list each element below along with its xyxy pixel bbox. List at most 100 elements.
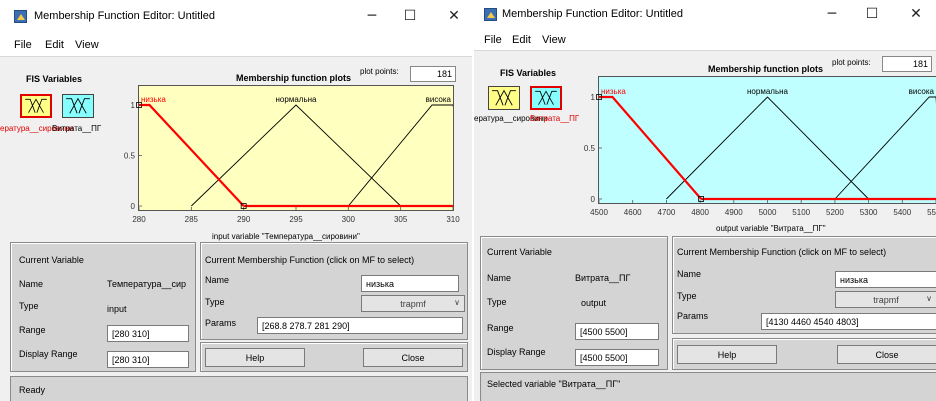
button-panel: Help Close: [672, 338, 936, 370]
current-variable-panel: Current Variable Name Витрата__ПГ Type o…: [480, 236, 668, 370]
range-input[interactable]: [4500 5500]: [575, 323, 659, 340]
maximize-icon[interactable]: ☐: [398, 8, 422, 24]
status-text: Selected variable "Витрата__ПГ": [487, 379, 621, 389]
mf-type-select[interactable]: trapmf ∨: [361, 295, 465, 312]
maximize-icon[interactable]: ☐: [860, 6, 884, 22]
current-variable-panel: Current Variable Name Температура__сир о…: [10, 242, 196, 372]
y-tick-label: 1: [131, 101, 136, 110]
x-tick-label: 285: [185, 215, 199, 224]
mf-chart: 0 0.5 1 280 285 290 295 300 305 310 нормальна висок…: [124, 95, 460, 224]
mf-label[interactable]: низька: [141, 95, 166, 104]
output-mf-icon: [66, 97, 90, 114]
mf-type-label: Type: [205, 297, 225, 307]
x-tick-label: 300: [342, 215, 356, 224]
plot-points-input[interactable]: 181: [882, 56, 932, 72]
name-label: Name: [487, 273, 512, 283]
range-label: Range: [487, 323, 514, 333]
output-variable-swatch[interactable]: [530, 86, 562, 110]
mf-plot-area[interactable]: 0 0.5 1 280 285 290 295 300 305 310 нормальна висок…: [124, 85, 460, 224]
fis-variables-title: FIS Variables: [26, 74, 83, 84]
mf-type-select[interactable]: trapmf ∨: [835, 291, 936, 308]
y-tick-label: 0.5: [124, 152, 136, 161]
chevron-down-icon: ∨: [926, 294, 932, 303]
output-variable-label: Витрата__ПГ: [530, 114, 580, 123]
window-title: Membership Function Editor: Untitled: [34, 10, 215, 22]
x-axis-label: output variable "Витрата__ПГ": [716, 224, 826, 233]
plot-points-input[interactable]: 181: [410, 66, 456, 82]
mf-label[interactable]: нормальна: [747, 87, 789, 96]
mf-label[interactable]: нормальна: [276, 95, 318, 104]
x-tick-label: 280: [132, 215, 146, 224]
x-tick-label: 5400: [893, 208, 911, 217]
menu-edit[interactable]: Edit: [512, 34, 531, 46]
output-variable-swatch[interactable]: [62, 94, 94, 118]
menu-view[interactable]: View: [75, 39, 99, 51]
mf-curve-нормальна[interactable]: [191, 104, 401, 207]
left-mf-editor-window: Membership Function Editor: Untitled ─ ☐…: [0, 0, 472, 401]
help-button[interactable]: Help: [677, 345, 777, 364]
variable-name-value: Температура__сир овини: [107, 279, 187, 293]
close-button[interactable]: Close: [837, 345, 936, 364]
x-tick-label: 290: [237, 215, 251, 224]
y-tick-label: 0.5: [584, 144, 596, 153]
x-tick-label: 5100: [792, 208, 810, 217]
current-mf-title: Current Membership Function (click on MF…: [205, 255, 415, 265]
x-tick-label: 4500: [590, 208, 608, 217]
menu-edit[interactable]: Edit: [45, 39, 64, 51]
display-range-label: Display Range: [19, 349, 78, 359]
display-range-input[interactable]: [280 310]: [107, 351, 189, 368]
x-tick-label: 5200: [826, 208, 844, 217]
status-text: Ready: [19, 385, 46, 395]
input-mf-icon: [492, 89, 516, 106]
x-tick-label: 4600: [624, 208, 642, 217]
y-tick-label: 0: [131, 202, 136, 211]
mf-name-input[interactable]: низька: [835, 271, 936, 288]
mf-plot-area[interactable]: 0 0.5 1 4500 4600 4700 4800 4900 5000 5100 5200 530…: [584, 76, 936, 217]
display-range-input[interactable]: [4500 5500]: [575, 349, 659, 366]
menu-bar: File Edit View: [0, 34, 472, 56]
display-range-label: Display Range: [487, 347, 546, 357]
input-variable-swatch[interactable]: [20, 94, 52, 118]
output-mf-icon: [535, 90, 557, 105]
close-icon[interactable]: ✕: [904, 6, 928, 22]
type-label: Type: [19, 301, 39, 311]
x-tick-label: 5000: [759, 208, 777, 217]
mf-label[interactable]: висока: [426, 95, 452, 104]
current-variable-title: Current Variable: [19, 255, 84, 265]
variable-type-value: output: [581, 298, 607, 308]
close-icon[interactable]: ✕: [442, 8, 466, 24]
mf-curve-висока[interactable]: [347, 104, 472, 207]
minimize-icon[interactable]: ─: [820, 6, 844, 22]
mf-curve-нормальна[interactable]: [666, 96, 869, 200]
y-tick-label: 0: [591, 195, 596, 204]
x-tick-label: 310: [446, 215, 460, 224]
mf-type-value: trapmf: [873, 295, 899, 305]
mf-params-input[interactable]: [4130 4460 4540 4803]: [761, 313, 936, 330]
y-tick-label: 1: [591, 93, 596, 102]
x-tick-label: 5500: [927, 208, 936, 217]
plot-title: Membership function plots: [708, 64, 824, 74]
name-label: Name: [19, 279, 44, 289]
mf-label[interactable]: висока: [909, 87, 935, 96]
range-input[interactable]: [280 310]: [107, 325, 189, 342]
mf-name-input[interactable]: низька: [361, 275, 459, 292]
input-variable-swatch[interactable]: [488, 86, 520, 110]
mf-curve-висока[interactable]: [834, 96, 936, 200]
current-mf-panel: Current Membership Function (click on MF…: [672, 236, 936, 334]
x-tick-label: 4900: [725, 208, 743, 217]
close-button[interactable]: Close: [363, 348, 463, 367]
menu-file[interactable]: File: [14, 39, 32, 51]
current-mf-title: Current Membership Function (click on MF…: [677, 247, 887, 257]
minimize-icon[interactable]: ─: [360, 8, 384, 24]
input-mf-icon: [25, 98, 47, 113]
output-variable-label: Витрата__ПГ: [52, 124, 102, 133]
range-label: Range: [19, 325, 46, 335]
chevron-down-icon: ∨: [454, 298, 460, 307]
mf-params-input[interactable]: [268.8 278.7 281 290]: [257, 317, 463, 334]
menu-view[interactable]: View: [542, 34, 566, 46]
variable-type-value: input: [107, 304, 127, 314]
current-variable-title: Current Variable: [487, 247, 552, 257]
mf-label[interactable]: низька: [601, 87, 626, 96]
menu-file[interactable]: File: [484, 34, 502, 46]
help-button[interactable]: Help: [205, 348, 305, 367]
